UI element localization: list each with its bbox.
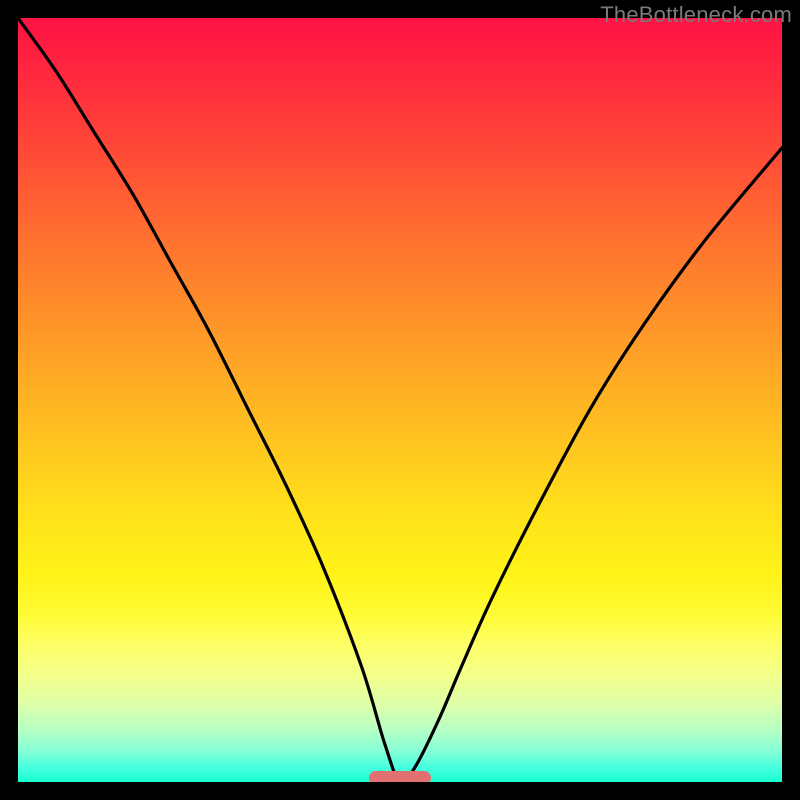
bottleneck-curve — [18, 18, 782, 782]
optimum-marker — [369, 771, 430, 782]
chart-container: TheBottleneck.com — [0, 0, 800, 800]
curve-svg — [18, 18, 782, 782]
plot-area — [18, 18, 782, 782]
watermark-text: TheBottleneck.com — [600, 2, 792, 28]
